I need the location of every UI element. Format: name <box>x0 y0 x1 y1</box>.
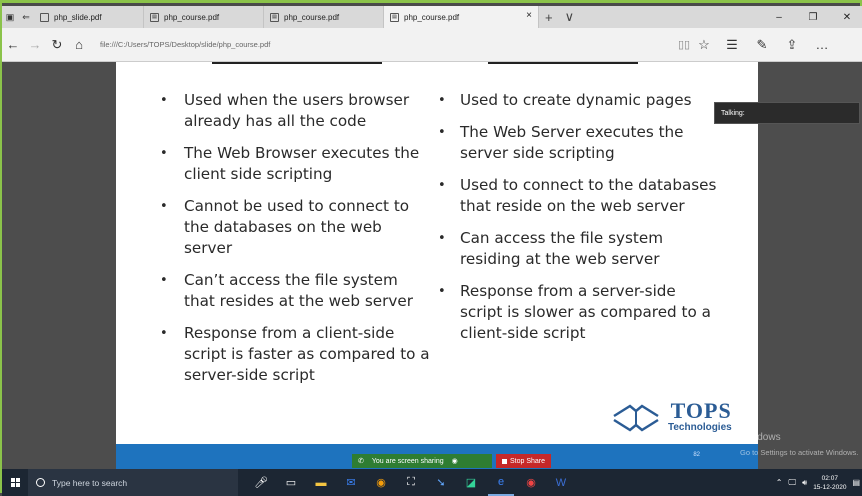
forward-arrow-icon[interactable]: → <box>24 37 46 52</box>
new-tab-button[interactable]: + <box>539 6 559 28</box>
tab-label: php_course.pdf <box>284 12 340 22</box>
heading-underline-right <box>488 62 638 64</box>
watermark-subtitle: Go to Settings to activate Windows. <box>740 448 859 457</box>
system-tray: ⌃ 🖵︎ 🔊︎ 02:07 15-12-2020 ▤ <box>776 469 862 496</box>
tab-1[interactable]: php_slide.pdf <box>34 6 144 28</box>
list-item: • Can’t access the file system that resid… <box>160 271 413 310</box>
minimize-button[interactable]: – <box>762 6 796 28</box>
photos-icon[interactable]: ◪ <box>458 469 484 496</box>
reading-view-icon[interactable]: ▯▯ <box>675 38 693 51</box>
network-icon[interactable]: 🖵︎ <box>788 478 796 488</box>
word-icon[interactable]: W <box>548 469 574 496</box>
clock[interactable]: 02:07 15-12-2020 <box>813 474 846 492</box>
share-icon[interactable]: ⇪ <box>779 37 805 53</box>
list-item: • The Web Browser executes the client sid… <box>160 144 420 183</box>
talking-indicator: Talking: <box>714 102 860 124</box>
list-item: • The Web Server executes the server side… <box>438 123 684 162</box>
tops-logo-icon <box>613 403 659 432</box>
home-icon[interactable]: ⌂ <box>68 37 90 52</box>
tab-4-active[interactable]: ▤ php_course.pdf × <box>384 6 539 28</box>
set-aside-tabs-icon[interactable]: ⇐ <box>18 6 34 28</box>
pdf-icon: ▤ <box>150 12 159 22</box>
list-item: • Cannot be used to connect to the databa… <box>160 197 410 257</box>
tab-2[interactable]: ▤ php_course.pdf <box>144 6 264 28</box>
pdf-icon: ▤ <box>270 12 279 22</box>
file-explorer-icon[interactable]: ▬ <box>308 469 334 496</box>
refresh-icon[interactable]: ↻ <box>46 37 68 53</box>
talking-label: Talking: <box>721 109 745 117</box>
close-tab-icon[interactable]: × <box>526 10 532 21</box>
list-item: • Response from a client-side script is f… <box>160 324 430 384</box>
watermark-title: Windows <box>740 432 781 443</box>
window-frame: ▣ ⇐ php_slide.pdf ▤ php_course.pdf ▤ php… <box>0 0 862 496</box>
tab-label: php_course.pdf <box>404 12 460 22</box>
sharing-text: You are screen sharing <box>371 457 444 465</box>
app-arrow-icon[interactable]: ➘ <box>428 469 454 496</box>
list-item: • Response from a server-side script is s… <box>438 282 711 342</box>
tab-label: php_course.pdf <box>164 12 220 22</box>
stop-share-button[interactable]: Stop Share <box>496 454 552 468</box>
microphone-icon[interactable]: 🎤︎ <box>248 469 274 496</box>
logo-name: TOPS <box>670 398 732 423</box>
search-placeholder: Type here to search <box>52 477 128 488</box>
pdf-icon: ▤ <box>390 12 399 22</box>
list-item: • Used when the users browser already has… <box>160 91 410 130</box>
tab-3[interactable]: ▤ php_course.pdf <box>264 6 384 28</box>
volume-icon[interactable]: 🔊︎ <box>802 478 807 488</box>
favorite-star-icon[interactable]: ☆ <box>693 37 715 53</box>
tab-preview-icon[interactable]: ▣ <box>2 6 18 28</box>
taskbar-search[interactable]: Type here to search <box>28 469 238 496</box>
pen-icon[interactable]: ✎ <box>749 37 775 53</box>
search-icon <box>36 478 45 487</box>
screen-sharing-status: ✆ You are screen sharing ◉ <box>352 454 492 468</box>
heading-underline-left <box>212 62 382 64</box>
windows-logo-icon <box>10 478 20 487</box>
more-icon[interactable]: … <box>809 37 835 53</box>
list-item: • Can access the file system residing at … <box>438 229 663 268</box>
pdf-page: • Used when the users browser already has… <box>116 62 758 469</box>
screen-share-bar: ✆ You are screen sharing ◉ Stop Share <box>352 454 552 468</box>
notifications-icon[interactable]: ▤ <box>852 478 860 487</box>
task-view-icon[interactable]: ▭ <box>278 469 304 496</box>
client-side-column: • Used when the users browser already has… <box>160 90 430 397</box>
back-arrow-icon[interactable]: ← <box>2 37 24 52</box>
tab-bar: ▣ ⇐ php_slide.pdf ▤ php_course.pdf ▤ php… <box>2 6 862 28</box>
clock-time: 02:07 <box>821 474 838 482</box>
server-side-column: • Used to create dynamic pages • The Web S… <box>438 90 718 355</box>
list-item: • Used to connect to the databases that r… <box>438 176 717 215</box>
stop-share-label: Stop Share <box>510 457 546 465</box>
phone-icon: ✆ <box>358 458 364 465</box>
chevron-up-icon[interactable]: ⌃ <box>776 478 783 487</box>
list-item: • Used to create dynamic pages <box>438 91 692 109</box>
store-icon[interactable]: ⛶ <box>398 469 424 496</box>
shield-icon: ◉ <box>451 458 458 465</box>
clock-date: 15-12-2020 <box>813 483 847 491</box>
page-number: 82 <box>693 452 700 458</box>
tab-bar-spacer <box>580 6 762 28</box>
url-field[interactable]: file:///C:/Users/TOPS/Desktop/slide/php_… <box>100 33 675 57</box>
favorites-list-icon[interactable]: ☰ <box>719 37 745 53</box>
start-button[interactable] <box>2 469 28 496</box>
chrome-2-icon[interactable]: ◉ <box>518 469 544 496</box>
tops-logo: TOPS Technologies <box>608 400 732 433</box>
mail-icon[interactable]: ✉ <box>338 469 364 496</box>
page-icon <box>40 12 49 22</box>
edge-icon[interactable]: e <box>488 469 514 496</box>
taskbar: Type here to search 🎤︎ ▭ ▬ ✉ ◉ ⛶ ➘ ◪ e ◉… <box>2 469 862 496</box>
tab-label: php_slide.pdf <box>54 12 102 22</box>
chrome-icon[interactable]: ◉ <box>368 469 394 496</box>
maximize-button[interactable]: ❐ <box>796 6 830 28</box>
pdf-viewer: • Used when the users browser already has… <box>2 62 862 469</box>
logo-subtitle: Technologies <box>668 422 732 433</box>
close-window-button[interactable]: ✕ <box>830 6 862 28</box>
taskbar-apps: 🎤︎ ▭ ▬ ✉ ◉ ⛶ ➘ ◪ e ◉ W <box>248 469 574 496</box>
address-bar: ← → ↻ ⌂ file:///C:/Users/TOPS/Desktop/sl… <box>2 28 862 62</box>
tab-list-button[interactable]: ∨ <box>559 6 581 28</box>
stop-icon <box>502 458 507 464</box>
activate-windows-watermark: Windows Go to Settings to activate Windo… <box>740 430 858 460</box>
